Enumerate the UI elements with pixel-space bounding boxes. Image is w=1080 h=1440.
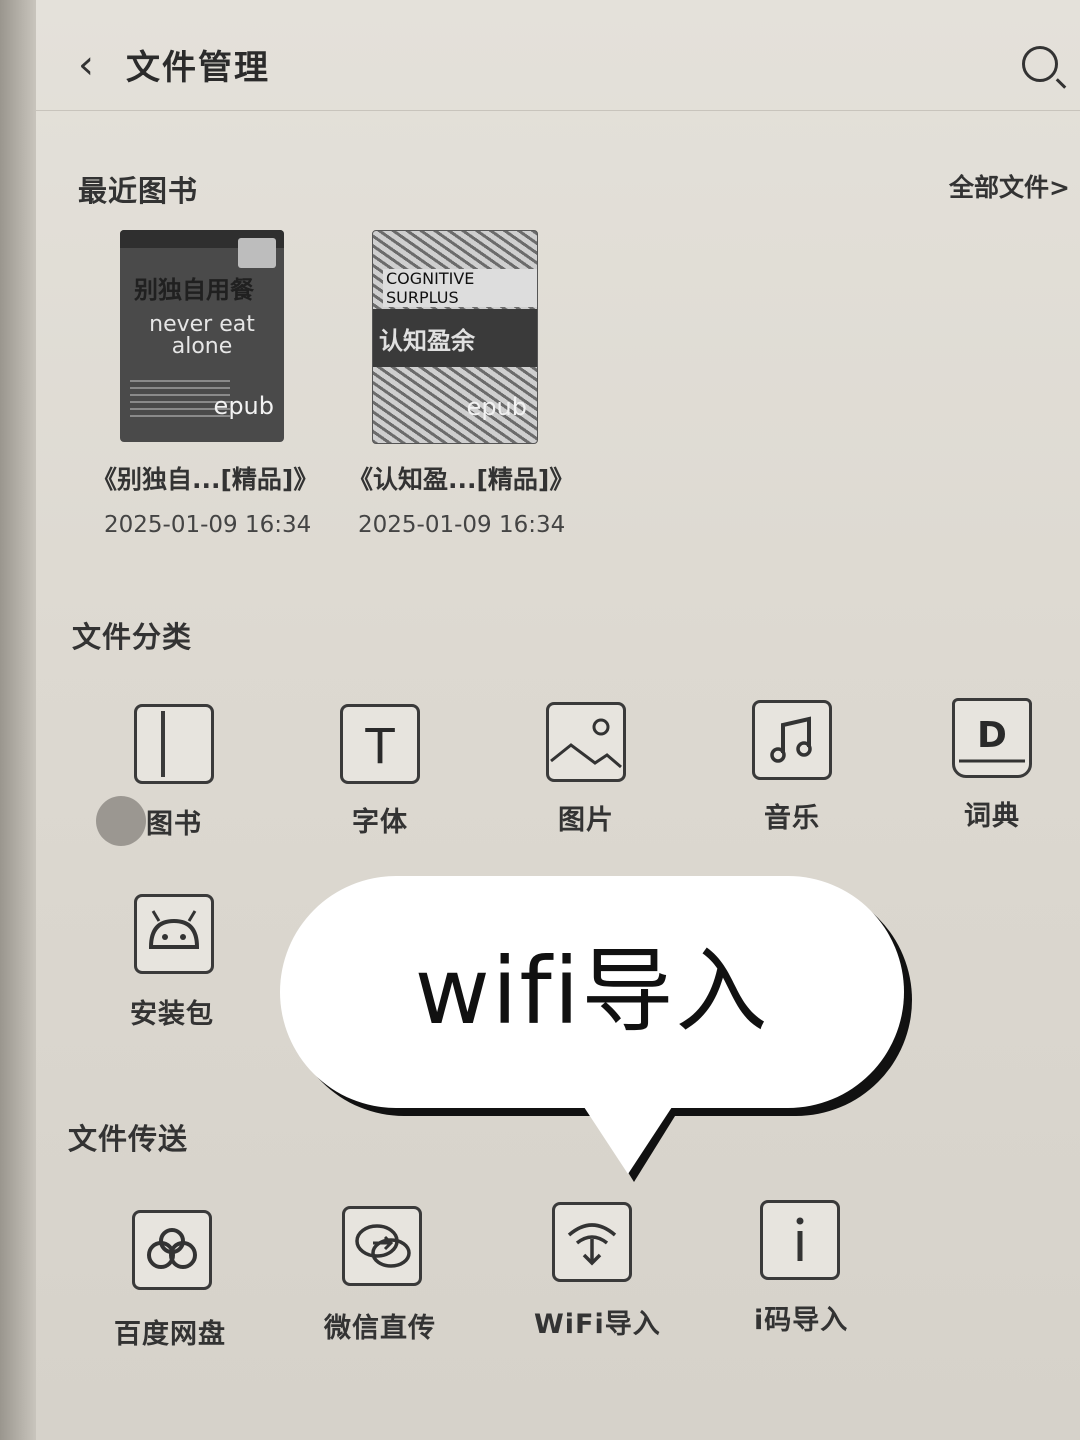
top-bar: ‹ 文件管理: [36, 0, 1080, 111]
format-badge: epub: [466, 393, 527, 421]
cover-title-en: never eat alone: [149, 312, 255, 359]
book-cover[interactable]: COGNITIVE SURPLUS 认知盈余 epub: [372, 230, 538, 444]
wifi-download-icon[interactable]: [552, 1202, 632, 1282]
transfer-label-wechat[interactable]: 微信直传: [324, 1306, 436, 1345]
category-label-music[interactable]: 音乐: [764, 796, 820, 835]
cloud-icon[interactable]: [132, 1210, 212, 1290]
svg-text:T: T: [364, 719, 395, 775]
cover-title-zh: 别独自用餐: [134, 276, 254, 304]
back-arrow-icon[interactable]: ‹: [78, 42, 94, 88]
book-date: 2025-01-09 16:34: [358, 512, 566, 538]
image-icon[interactable]: [546, 702, 626, 782]
all-files-link[interactable]: 全部文件>: [949, 168, 1070, 204]
book-title[interactable]: 《认知盈...[精品]》: [348, 460, 574, 496]
callout-tail: [582, 1104, 674, 1174]
callout-bubble: wifi导入: [280, 876, 904, 1108]
font-icon[interactable]: T: [340, 704, 420, 784]
category-label-packages[interactable]: 安装包: [130, 992, 214, 1031]
cover-title-en: COGNITIVE SURPLUS: [383, 269, 537, 307]
category-label-books[interactable]: 图书: [146, 802, 202, 841]
transfer-label-wifi[interactable]: WiFi导入: [534, 1302, 661, 1341]
callout-text: wifi导入: [414, 938, 770, 1045]
i-code-icon[interactable]: [760, 1200, 840, 1280]
file-transfer-heading: 文件传送: [68, 1122, 189, 1156]
screen: ‹ 文件管理 最近图书 全部文件> 别独自用餐 never eat alone …: [36, 0, 1080, 1440]
book-date: 2025-01-09 16:34: [104, 512, 312, 538]
touch-indicator: [96, 796, 146, 846]
dictionary-icon[interactable]: D: [952, 698, 1032, 778]
wechat-transfer-icon[interactable]: [342, 1206, 422, 1286]
category-label-fonts[interactable]: 字体: [352, 800, 408, 839]
svg-text:D: D: [977, 715, 1007, 756]
recent-books-heading: 最近图书: [78, 174, 199, 208]
transfer-label-baidu[interactable]: 百度网盘: [114, 1312, 226, 1351]
format-badge: epub: [213, 392, 274, 420]
device-bezel: [0, 0, 36, 1440]
transfer-label-icode[interactable]: i码导入: [754, 1298, 848, 1337]
page-title: 文件管理: [126, 48, 270, 88]
book-icon[interactable]: [134, 704, 214, 784]
cover-title-zh: 认知盈余: [379, 327, 475, 355]
category-label-dictionary[interactable]: 词典: [964, 794, 1020, 833]
file-categories-heading: 文件分类: [72, 620, 193, 654]
search-icon[interactable]: [1022, 46, 1058, 82]
android-package-icon[interactable]: [134, 894, 214, 974]
music-icon[interactable]: [752, 700, 832, 780]
book-cover[interactable]: 别独自用餐 never eat alone epub: [120, 230, 284, 442]
book-title[interactable]: 《别独自...[精品]》: [92, 460, 318, 496]
category-label-images[interactable]: 图片: [558, 798, 614, 837]
